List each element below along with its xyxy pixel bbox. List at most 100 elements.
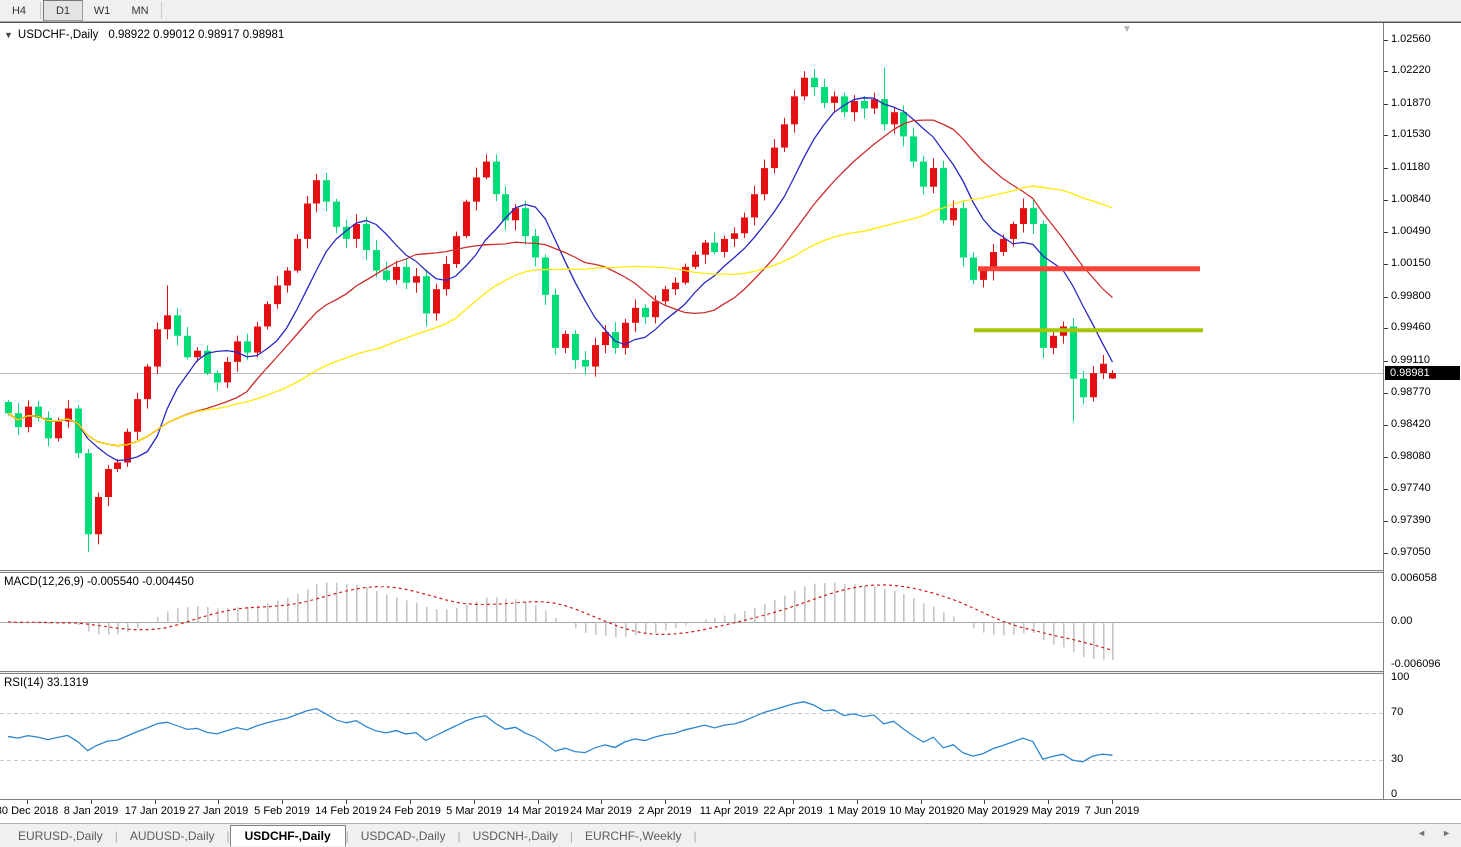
date-axis-label: 24 Feb 2019 (379, 805, 441, 817)
toolbar-divider (40, 2, 41, 19)
date-axis-tick (921, 800, 922, 804)
rsi-axis-label: 70 (1391, 706, 1403, 718)
rsi-axis-label: 100 (1391, 671, 1409, 683)
date-axis-tick (346, 800, 347, 804)
date-axis-tick (155, 800, 156, 804)
tab-scroll-arrows: ◄ ► (1417, 828, 1451, 838)
price-axis-label: 1.02560 (1391, 33, 1431, 45)
chart-title-row: ▼ USDCHF-,Daily 0.98922 0.99012 0.98917 0.… (4, 29, 284, 41)
price-axis-label: 1.00490 (1391, 225, 1431, 237)
price-axis-tick (1384, 489, 1388, 490)
date-axis-label: 24 Mar 2019 (570, 805, 632, 817)
tab-scroll-left-icon[interactable]: ◄ (1417, 828, 1426, 838)
current-price-badge: 0.98981 (1385, 366, 1460, 380)
price-axis-tick (1384, 40, 1388, 41)
timeframe-toolbar: H4D1W1MN (0, 0, 1461, 22)
tab-scroll-right-icon[interactable]: ► (1442, 828, 1451, 838)
tab-usdchf[interactable]: USDCHF-,Daily (230, 825, 346, 847)
price-axis-tick (1384, 553, 1388, 554)
price-axis-label: 1.01530 (1391, 128, 1431, 140)
tab-eurusd[interactable]: EURUSD-,Daily (6, 826, 115, 846)
date-axis-tick (857, 800, 858, 804)
date-axis-tick (1048, 800, 1049, 804)
chart-window: ▼ USDCHF-,Daily 0.98922 0.99012 0.98917 0.… (0, 22, 1461, 824)
date-axis-tick (984, 800, 985, 804)
date-axis-label: 8 Jan 2019 (64, 805, 118, 817)
tab-usdcnh[interactable]: USDCNH-,Daily (461, 826, 570, 846)
tab-audusd[interactable]: AUDUSD-,Daily (118, 826, 227, 846)
price-axis-label: 0.97050 (1391, 546, 1431, 558)
price-axis-tick (1384, 135, 1388, 136)
date-axis-label: 22 Apr 2019 (763, 805, 822, 817)
price-axis-tick (1384, 264, 1388, 265)
price-axis-tick (1384, 297, 1388, 298)
date-axis-tick (538, 800, 539, 804)
date-axis-tick (729, 800, 730, 804)
macd-axis-label: -0.006096 (1391, 658, 1441, 670)
scroll-to-end-marker-icon[interactable]: ▼ (1122, 24, 1132, 35)
date-axis-label: 30 Dec 2018 (0, 805, 58, 817)
price-axis-label: 0.98770 (1391, 386, 1431, 398)
price-axis-tick (1384, 200, 1388, 201)
date-axis[interactable]: 30 Dec 2018 8 Jan 2019 17 Jan 201927 Jan 2… (0, 799, 1461, 824)
date-axis-label: 29 May 2019 (1016, 805, 1080, 817)
price-axis-tick (1384, 393, 1388, 394)
timeframe-button-h4[interactable]: H4 (0, 0, 38, 21)
date-axis-label: 5 Feb 2019 (254, 805, 310, 817)
date-axis-tick (601, 800, 602, 804)
price-axis-tick (1384, 168, 1388, 169)
pane-separator[interactable] (0, 570, 1461, 573)
date-axis-label: 14 Feb 2019 (315, 805, 377, 817)
price-axis-tick (1384, 425, 1388, 426)
price-chart-canvas[interactable] (0, 25, 1383, 570)
date-axis-label: 11 Apr 2019 (700, 805, 759, 817)
date-axis-tick (218, 800, 219, 804)
price-axis-label: 1.00150 (1391, 257, 1431, 269)
price-axis-tick (1384, 104, 1388, 105)
toolbar-divider (161, 2, 162, 19)
price-axis-label: 0.97740 (1391, 482, 1431, 494)
price-axis-label: 1.00840 (1391, 193, 1431, 205)
rsi-axis-label: 30 (1391, 753, 1403, 765)
date-axis-label: 14 Mar 2019 (507, 805, 569, 817)
chart-ohlc-values: 0.98922 0.99012 0.98917 0.98981 (108, 29, 284, 41)
date-axis-tick (474, 800, 475, 804)
macd-indicator-canvas[interactable] (0, 573, 1383, 671)
price-axis-tick (1384, 71, 1388, 72)
date-axis-label: 2 Apr 2019 (638, 805, 691, 817)
pane-separator[interactable] (0, 671, 1461, 674)
rsi-indicator-canvas[interactable] (0, 674, 1383, 799)
macd-axis-label: 0.006058 (1391, 572, 1437, 584)
date-axis-tick (27, 800, 28, 804)
timeframe-button-w1[interactable]: W1 (83, 0, 121, 21)
price-axis[interactable]: 1.02560 1.02220 1.01870 1.01530 1.01180 1.008… (1383, 23, 1461, 799)
tab-usdcad[interactable]: USDCAD-,Daily (349, 826, 458, 846)
date-axis-tick (282, 800, 283, 804)
price-axis-label: 0.98420 (1391, 418, 1431, 430)
date-axis-label: 17 Jan 2019 (125, 805, 186, 817)
macd-indicator-label: MACD(12,26,9) -0.005540 -0.004450 (4, 576, 194, 588)
price-axis-label: 1.01180 (1391, 161, 1430, 173)
date-axis-tick (1112, 800, 1113, 804)
tab-eurchf[interactable]: EURCHF-,Weekly (573, 826, 693, 846)
date-axis-tick (793, 800, 794, 804)
price-axis-tick (1384, 457, 1388, 458)
date-axis-label: 27 Jan 2019 (188, 805, 249, 817)
timeframe-button-mn[interactable]: MN (121, 0, 159, 21)
price-axis-label: 0.99800 (1391, 290, 1431, 302)
price-axis-label: 0.99110 (1391, 354, 1430, 366)
price-axis-label: 1.01870 (1391, 97, 1431, 109)
price-axis-tick (1384, 232, 1388, 233)
timeframe-button-d1[interactable]: D1 (43, 0, 83, 21)
price-axis-label: 0.99460 (1391, 321, 1431, 333)
chart-tab-bar: EURUSD-,Daily|AUDUSD-,Daily|USDCHF-,Dail… (0, 823, 1461, 847)
price-axis-label: 1.02220 (1391, 64, 1431, 76)
price-axis-tick (1384, 521, 1388, 522)
date-axis-label: 1 May 2019 (828, 805, 885, 817)
chart-symbol-title: USDCHF-,Daily (18, 29, 99, 41)
collapse-chart-icon[interactable]: ▼ (4, 30, 13, 40)
price-axis-tick (1384, 328, 1388, 329)
date-axis-tick (665, 800, 666, 804)
date-axis-tick (91, 800, 92, 804)
date-axis-label: 5 Mar 2019 (446, 805, 502, 817)
